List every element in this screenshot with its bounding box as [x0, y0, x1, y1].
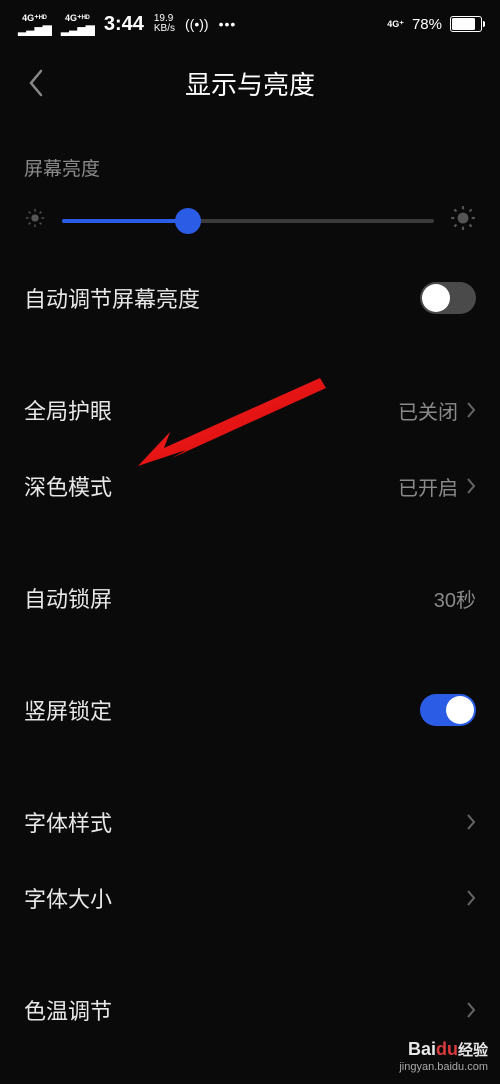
brightness-slider-row	[0, 195, 500, 260]
battery-percent: 78%	[412, 16, 442, 33]
font-size-row[interactable]: 字体大小	[0, 860, 500, 936]
orientation-lock-row[interactable]: 竖屏锁定	[0, 672, 500, 748]
chevron-right-icon	[466, 1001, 476, 1019]
signal-indicator-1: 4G⁺ᴴᴰ ▂▃▅▆	[18, 14, 51, 35]
font-style-label: 字体样式	[24, 806, 112, 838]
watermark: Baidu经验 jingyan.baidu.com	[399, 1039, 488, 1074]
status-right: 4G⁺ 78%	[387, 16, 482, 33]
eye-care-label: 全局护眼	[24, 394, 112, 426]
signal-indicator-right: 4G⁺	[387, 20, 404, 29]
hotspot-icon: ((•))	[185, 16, 209, 32]
dark-mode-row[interactable]: 深色模式 已开启	[0, 448, 500, 524]
sun-dim-icon	[24, 207, 46, 234]
auto-lock-value: 30秒	[434, 584, 476, 613]
back-button[interactable]	[18, 65, 54, 101]
sun-bright-icon	[450, 205, 476, 236]
eye-care-row[interactable]: 全局护眼 已关闭	[0, 372, 500, 448]
slider-thumb[interactable]	[175, 208, 201, 234]
eye-care-value: 已关闭	[398, 396, 458, 425]
brightness-section-label: 屏幕亮度	[0, 118, 500, 195]
status-left: 4G⁺ᴴᴰ ▂▃▅▆ 4G⁺ᴴᴰ ▂▃▅▆ 3:44 19.9 KB/s ((•…	[18, 13, 236, 36]
more-icon: •••	[219, 16, 237, 32]
status-bar: 4G⁺ᴴᴰ ▂▃▅▆ 4G⁺ᴴᴰ ▂▃▅▆ 3:44 19.9 KB/s ((•…	[0, 0, 500, 48]
clock: 3:44	[104, 13, 144, 36]
chevron-right-icon	[466, 889, 476, 907]
color-temp-row[interactable]: 色温调节	[0, 972, 500, 1048]
orientation-lock-toggle[interactable]	[420, 694, 476, 726]
auto-lock-label: 自动锁屏	[24, 582, 112, 614]
auto-brightness-row[interactable]: 自动调节屏幕亮度	[0, 260, 500, 336]
net-speed: 19.9 KB/s	[154, 14, 175, 34]
auto-brightness-label: 自动调节屏幕亮度	[24, 282, 200, 314]
chevron-right-icon	[466, 401, 476, 419]
page-header: 显示与亮度	[0, 48, 500, 118]
auto-brightness-toggle[interactable]	[420, 282, 476, 314]
font-style-row[interactable]: 字体样式	[0, 784, 500, 860]
battery-icon	[450, 16, 482, 32]
brightness-slider[interactable]	[62, 219, 434, 223]
dark-mode-value: 已开启	[398, 472, 458, 501]
color-temp-label: 色温调节	[24, 994, 112, 1026]
chevron-right-icon	[466, 813, 476, 831]
orientation-lock-label: 竖屏锁定	[24, 694, 112, 726]
page-title: 显示与亮度	[0, 65, 500, 102]
chevron-right-icon	[466, 477, 476, 495]
chevron-left-icon	[27, 68, 45, 98]
signal-indicator-2: 4G⁺ᴴᴰ ▂▃▅▆	[61, 14, 94, 35]
dark-mode-label: 深色模式	[24, 470, 112, 502]
auto-lock-row[interactable]: 自动锁屏 30秒	[0, 560, 500, 636]
font-size-label: 字体大小	[24, 882, 112, 914]
